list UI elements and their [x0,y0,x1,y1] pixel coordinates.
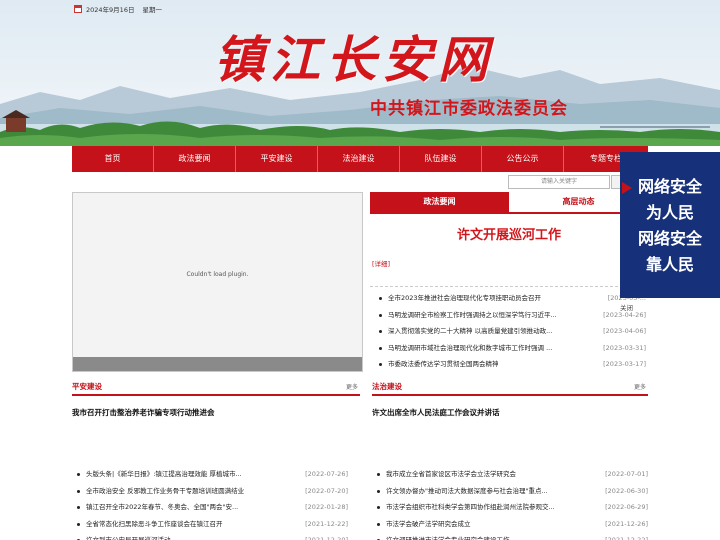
current-date: 2024年9月16日 [86,6,135,14]
politics-news-list: 全市2023年推进社会治理现代化专项挂职动员会召开 [2023-05-... 马明… [376,290,646,373]
ad-line: 为人民 [645,203,694,222]
news-tabs: 政法要闻 高层动态 [370,192,648,214]
list-item[interactable]: 我市成立全省首家设区市法学会立法学研究会 [2022-07-01] [374,466,648,483]
safety-news-list: 头版头条|《新华日报》:镇江提高治理效能 厚植城市... [2022-07-26]… [74,466,348,540]
list-item[interactable]: 市法学会破产法学研究会成立 [2021-12-26] [374,515,648,533]
section-title[interactable]: 平安建设 [72,381,102,392]
nav-item-home[interactable]: 首页 [72,146,154,172]
news-date: [2022-06-30] [602,482,648,499]
list-item[interactable]: 马明龙调研市域社会治理现代化和数字城市工作时强调 ... [2023-03-31] [376,339,646,357]
news-title[interactable]: 全市2023年推进社会治理现代化专项挂职动员会召开 [388,290,541,307]
news-title[interactable]: 马明龙调研市域社会治理现代化和数字城市工作时强调 ... [388,340,552,357]
detail-link[interactable]: [详细] [372,258,390,268]
tab-politics-news[interactable]: 政法要闻 [370,192,509,212]
news-title[interactable]: 全市政治安全 反邪教工作业务骨干专题培训班圆满结业 [86,483,244,500]
divider [370,286,648,287]
slideshow-caption-bar [73,357,362,371]
news-date: [2022-07-01] [602,466,648,483]
news-title[interactable]: 许文到市公安局开展巡河活动 [86,532,171,540]
close-ad-button[interactable]: 关闭 [620,302,633,312]
news-title[interactable]: 市法学会组织市社科类学会第四协作组赴润州法院参观交... [386,499,555,516]
section-header-rule-of-law: 法治建设 更多 [372,380,648,396]
nav-item-team[interactable]: 队伍建设 [400,146,482,172]
list-item[interactable]: 许文调研推进市法学会专业研究会建设工作 [2021-12-22] [374,532,648,540]
nav-item-announcements[interactable]: 公告公示 [482,146,564,172]
news-date: [2023-03-17] [600,356,646,373]
news-title[interactable]: 许文领办督办"推动司法大数据深度参与社会治理"重点... [386,483,548,500]
date-bar: 2024年9月16日 星期一 [74,4,162,14]
calendar-icon [74,5,82,13]
news-date: [2023-04-06] [600,323,646,340]
list-item[interactable]: 头版头条|《新华日报》:镇江提高治理效能 厚植城市... [2022-07-26] [74,466,348,483]
arrow-icon [622,182,632,194]
nav-item-politics-news[interactable]: 政法要闻 [154,146,236,172]
list-item[interactable]: 许文领办督办"推动司法大数据深度参与社会治理"重点... [2022-06-30] [374,482,648,500]
news-date: [2021-12-20] [302,532,348,540]
list-item[interactable]: 全省常态化扫黑除恶斗争工作座谈会在镇江召开 [2021-12-22] [74,515,348,533]
rule-of-law-news-list: 我市成立全省首家设区市法学会立法学研究会 [2022-07-01] 许文领办督办"… [374,466,648,540]
featured-article[interactable]: 许文出席全市人民法庭工作会议并讲话 [372,407,500,418]
section-title[interactable]: 法治建设 [372,381,402,392]
list-item[interactable]: 镇江召开全市2022年春节、冬奥会、全国"两会"安... [2022-01-28] [74,499,348,516]
news-title[interactable]: 全省常态化扫黑除恶斗争工作座谈会在镇江召开 [86,516,223,533]
news-title[interactable]: 头版头条|《新华日报》:镇江提高治理效能 厚植城市... [86,466,242,483]
news-date: [2021-12-26] [602,515,648,532]
plugin-slideshow[interactable]: Couldn't load plugin. [72,192,363,372]
main-nav: 首页 政法要闻 平安建设 法治建设 队伍建设 公告公示 专题专栏 [72,146,648,172]
site-header: 2024年9月16日 星期一 镇江长安网 中共镇江市委政法委员会 [0,0,720,146]
ad-line: 靠人民 [645,255,694,274]
news-title[interactable]: 深入贯彻落实党的二十大精神 以高质量党建引领推动政... [388,323,552,340]
section-header-safety: 平安建设 更多 [72,380,360,396]
news-title[interactable]: 马明龙调研全市检察工作时强调持之以恒深学笃行习近平... [388,307,557,324]
news-date: [2021-12-22] [302,515,348,532]
site-logo[interactable]: 镇江长安网 [214,20,494,92]
news-title[interactable]: 许文调研推进市法学会专业研究会建设工作 [386,532,510,540]
site-subtitle: 中共镇江市委政法委员会 [370,99,568,119]
list-item[interactable]: 全市2023年推进社会治理现代化专项挂职动员会召开 [2023-05-... [376,290,646,307]
list-item[interactable]: 深入贯彻落实党的二十大精神 以高质量党建引领推动政... [2023-04-06] [376,323,646,340]
news-date: [2021-12-22] [602,532,648,540]
more-link[interactable]: 更多 [634,382,646,391]
current-weekday: 星期一 [142,6,162,14]
ad-line: 网络安全 [637,177,702,196]
floating-ad-banner[interactable]: 网络安全 为人民 网络安全 靠人民 [620,152,720,298]
headline-title[interactable]: 许文开展巡河工作 [370,224,648,243]
list-item[interactable]: 市法学会组织市社科类学会第四协作组赴润州法院参观交... [2022-06-29] [374,499,648,516]
news-title[interactable]: 市委政法委传达学习贯彻全国两会精神 [388,356,499,373]
news-date: [2022-07-26] [302,466,348,483]
ad-line: 网络安全 [637,229,702,248]
list-item[interactable]: 市委政法委传达学习贯彻全国两会精神 [2023-03-17] [376,356,646,373]
news-date: [2023-03-31] [600,339,646,356]
news-title[interactable]: 镇江召开全市2022年春节、冬奥会、全国"两会"安... [86,499,238,516]
plugin-error-message: Couldn't load plugin. [186,271,249,278]
list-item[interactable]: 全市政治安全 反邪教工作业务骨干专题培训班圆满结业 [2022-07-20] [74,482,348,500]
news-date: [2022-07-20] [302,482,348,499]
news-title[interactable]: 市法学会破产法学研究会成立 [386,516,471,533]
nav-item-safety[interactable]: 平安建设 [236,146,318,172]
news-date: [2022-01-28] [302,499,348,516]
list-item[interactable]: 马明龙调研全市检察工作时强调持之以恒深学笃行习近平... [2023-04-26] [376,306,646,324]
news-title[interactable]: 我市成立全省首家设区市法学会立法学研究会 [386,466,516,483]
news-date: [2022-06-29] [602,499,648,516]
list-item[interactable]: 许文到市公安局开展巡河活动 [2021-12-20] [74,532,348,540]
nav-item-rule-of-law[interactable]: 法治建设 [318,146,400,172]
more-link[interactable]: 更多 [346,382,358,391]
featured-article[interactable]: 我市召开打击整治养老诈骗专项行动推进会 [72,407,215,418]
search-input[interactable]: 请输入关键字 [508,175,610,189]
